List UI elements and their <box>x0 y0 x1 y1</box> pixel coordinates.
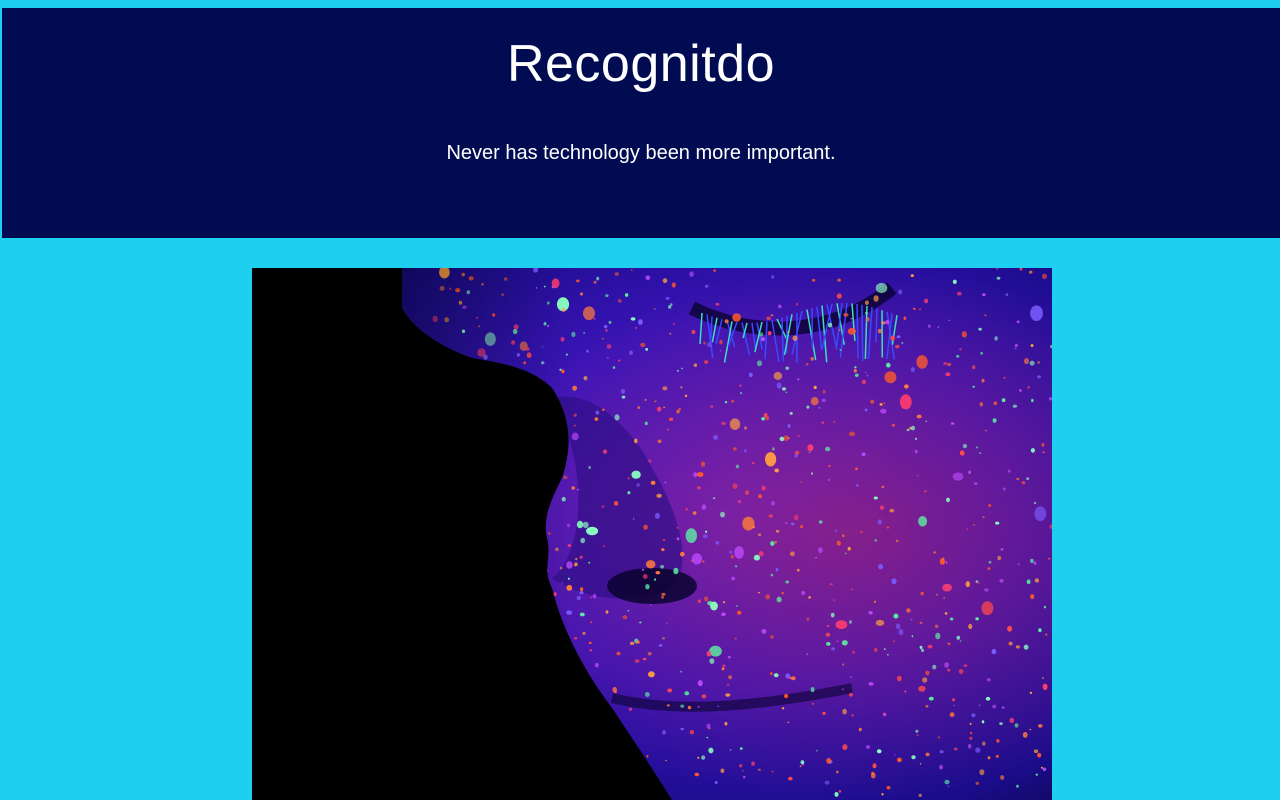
hero-photo <box>252 268 1052 800</box>
uv-paint-face-image <box>252 268 1052 800</box>
site-tagline: Never has technology been more important… <box>446 142 836 164</box>
hero-banner: Recognitdo Never has technology been mor… <box>2 8 1280 238</box>
site-title: Recognitdo <box>506 35 776 93</box>
